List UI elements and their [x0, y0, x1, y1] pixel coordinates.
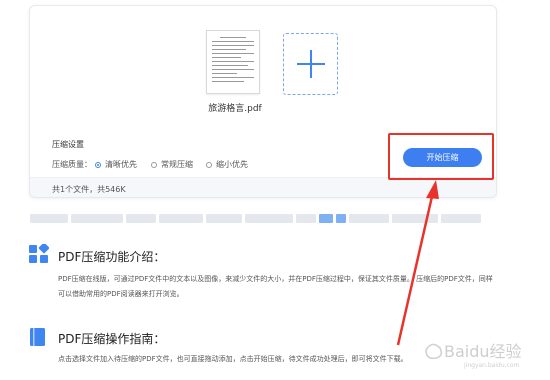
- watermark-text: Baidu经验: [444, 342, 522, 361]
- baidu-watermark: Baidu经验 jingyan.baidu.com: [425, 342, 522, 369]
- option-label: 常规压缩: [161, 160, 193, 169]
- option-label: 缩小优先: [216, 160, 248, 169]
- file-name: 旅游格言.pdf: [208, 104, 262, 114]
- quality-option-clarity[interactable]: 清晰优先: [95, 159, 137, 170]
- section-text-intro: PDF压缩在线版，可通过PDF文件中的文本以及图像，来减少文件的大小，并在PDF…: [58, 275, 493, 298]
- book-icon: [30, 328, 45, 346]
- file-summary-bar: 共1个文件，共546K: [30, 177, 496, 197]
- section-title-guide: PDF压缩操作指南：: [58, 332, 166, 346]
- pdf-file-thumbnail[interactable]: [206, 30, 260, 94]
- radio-icon[interactable]: [151, 161, 157, 168]
- quality-option-smallest[interactable]: 缩小优先: [206, 159, 248, 170]
- radio-icon[interactable]: [206, 161, 212, 168]
- blurred-nav-bar: [30, 214, 497, 223]
- file-summary: 共1个文件，共546K: [52, 185, 126, 194]
- settings-title: 压缩设置: [52, 140, 84, 149]
- section-title-intro: PDF压缩功能介绍：: [58, 250, 166, 264]
- grid-icon: [29, 244, 49, 263]
- upload-area[interactable]: 旅游格言.pdf: [30, 6, 496, 132]
- radio-selected-icon[interactable]: [95, 161, 101, 168]
- quality-option-normal[interactable]: 常规压缩: [151, 159, 193, 170]
- add-file-button[interactable]: [283, 33, 338, 95]
- watermark-subtext: jingyan.baidu.com: [463, 362, 520, 369]
- option-label: 清晰优先: [105, 160, 137, 169]
- quality-label: 压缩质量：: [52, 160, 92, 169]
- start-compress-button[interactable]: 开始压缩: [403, 148, 482, 167]
